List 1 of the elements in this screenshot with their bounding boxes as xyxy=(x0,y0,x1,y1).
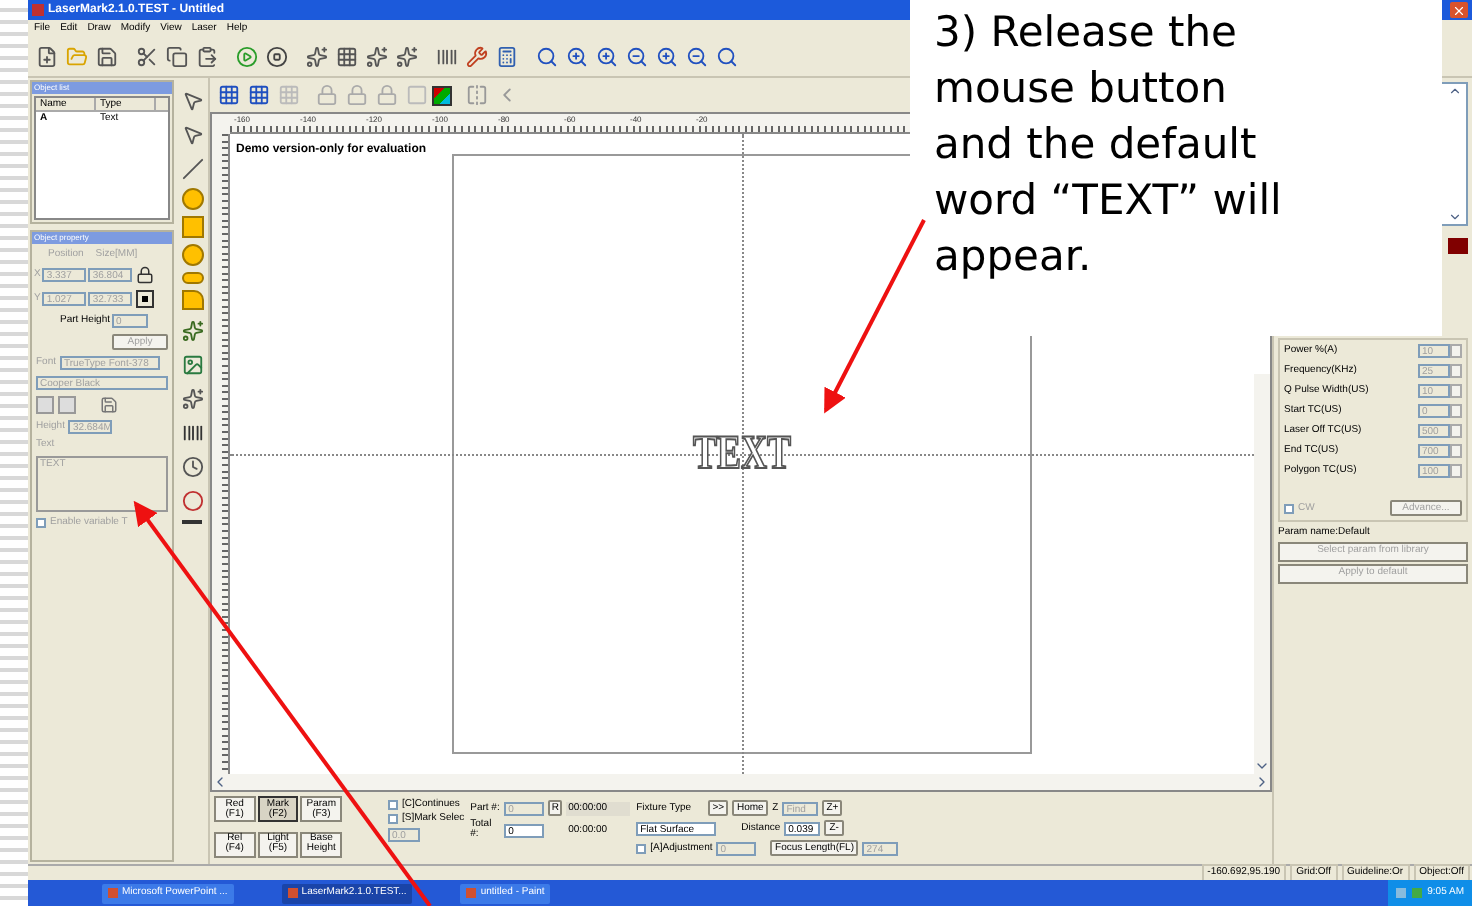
text-object[interactable]: TEXT xyxy=(693,430,791,478)
